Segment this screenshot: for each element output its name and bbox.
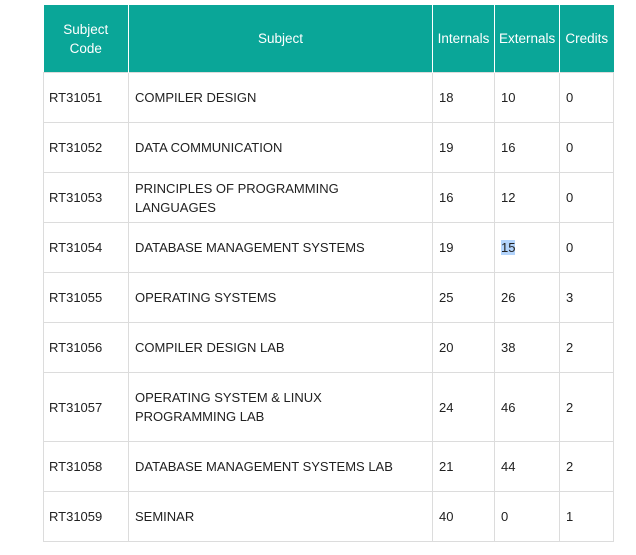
table-row: RT31058 DATABASE MANAGEMENT SYSTEMS LAB … — [43, 441, 614, 492]
externals-cell: 16 — [494, 122, 560, 173]
subject-code-cell: RT31056 — [43, 322, 129, 373]
credits-cell: 0 — [559, 172, 614, 223]
subject-name-cell: PRINCIPLES OF PROGRAMMING LANGUAGES — [128, 172, 433, 223]
subject-code-cell: RT31052 — [43, 122, 129, 173]
credits-cell: 3 — [559, 272, 614, 323]
credits-cell: 0 — [559, 122, 614, 173]
results-table: Subject Code Subject Internals Externals… — [43, 5, 614, 542]
externals-cell: 46 — [494, 372, 560, 442]
internals-cell: 21 — [432, 441, 495, 492]
table-row: RT31056 COMPILER DESIGN LAB 20 38 2 — [43, 322, 614, 373]
externals-cell: 38 — [494, 322, 560, 373]
subject-code-cell: RT31057 — [43, 372, 129, 442]
table-row: RT31057 OPERATING SYSTEM & LINUX PROGRAM… — [43, 372, 614, 442]
results-table-container: Subject Code Subject Internals Externals… — [43, 5, 614, 542]
internals-cell: 20 — [432, 322, 495, 373]
externals-cell: 44 — [494, 441, 560, 492]
credits-cell: 0 — [559, 72, 614, 123]
subject-name-cell: OPERATING SYSTEMS — [128, 272, 433, 323]
credits-cell: 2 — [559, 441, 614, 492]
table-row: RT31053 PRINCIPLES OF PROGRAMMING LANGUA… — [43, 172, 614, 223]
internals-cell: 19 — [432, 222, 495, 273]
subject-code-cell: RT31053 — [43, 172, 129, 223]
header-internals: Internals — [432, 5, 495, 73]
externals-cell: 26 — [494, 272, 560, 323]
table-header: Subject Code Subject Internals Externals… — [43, 5, 614, 73]
subject-name-cell: COMPILER DESIGN — [128, 72, 433, 123]
subject-name-cell: COMPILER DESIGN LAB — [128, 322, 433, 373]
internals-cell: 24 — [432, 372, 495, 442]
externals-cell: 15 — [494, 222, 560, 273]
header-externals: Externals — [494, 5, 560, 73]
subject-name-cell: DATABASE MANAGEMENT SYSTEMS LAB — [128, 441, 433, 492]
internals-cell: 16 — [432, 172, 495, 223]
subject-name-cell: DATABASE MANAGEMENT SYSTEMS — [128, 222, 433, 273]
subject-code-cell: RT31059 — [43, 491, 129, 542]
internals-cell: 18 — [432, 72, 495, 123]
credits-cell: 2 — [559, 372, 614, 442]
table-body: RT31051 COMPILER DESIGN 18 10 0 RT31052 … — [43, 72, 614, 542]
credits-cell: 0 — [559, 222, 614, 273]
externals-cell: 10 — [494, 72, 560, 123]
table-row: RT31051 COMPILER DESIGN 18 10 0 — [43, 72, 614, 123]
header-row: Subject Code Subject Internals Externals… — [43, 5, 614, 73]
header-subject: Subject — [128, 5, 433, 73]
subject-code-cell: RT31054 — [43, 222, 129, 273]
externals-cell: 0 — [494, 491, 560, 542]
table-row: RT31059 SEMINAR 40 0 1 — [43, 491, 614, 542]
subject-code-cell: RT31051 — [43, 72, 129, 123]
header-subject-code: Subject Code — [43, 5, 129, 73]
internals-cell: 19 — [432, 122, 495, 173]
credits-cell: 2 — [559, 322, 614, 373]
header-credits: Credits — [559, 5, 614, 73]
table-row: RT31052 DATA COMMUNICATION 19 16 0 — [43, 122, 614, 173]
subject-code-cell: RT31055 — [43, 272, 129, 323]
internals-cell: 25 — [432, 272, 495, 323]
subject-name-cell: OPERATING SYSTEM & LINUX PROGRAMMING LAB — [128, 372, 433, 442]
credits-cell: 1 — [559, 491, 614, 542]
table-row: RT31054 DATABASE MANAGEMENT SYSTEMS 19 1… — [43, 222, 614, 273]
selected-text[interactable]: 15 — [501, 240, 516, 255]
table-row: RT31055 OPERATING SYSTEMS 25 26 3 — [43, 272, 614, 323]
externals-cell: 12 — [494, 172, 560, 223]
subject-code-cell: RT31058 — [43, 441, 129, 492]
subject-name-cell: SEMINAR — [128, 491, 433, 542]
internals-cell: 40 — [432, 491, 495, 542]
subject-name-cell: DATA COMMUNICATION — [128, 122, 433, 173]
